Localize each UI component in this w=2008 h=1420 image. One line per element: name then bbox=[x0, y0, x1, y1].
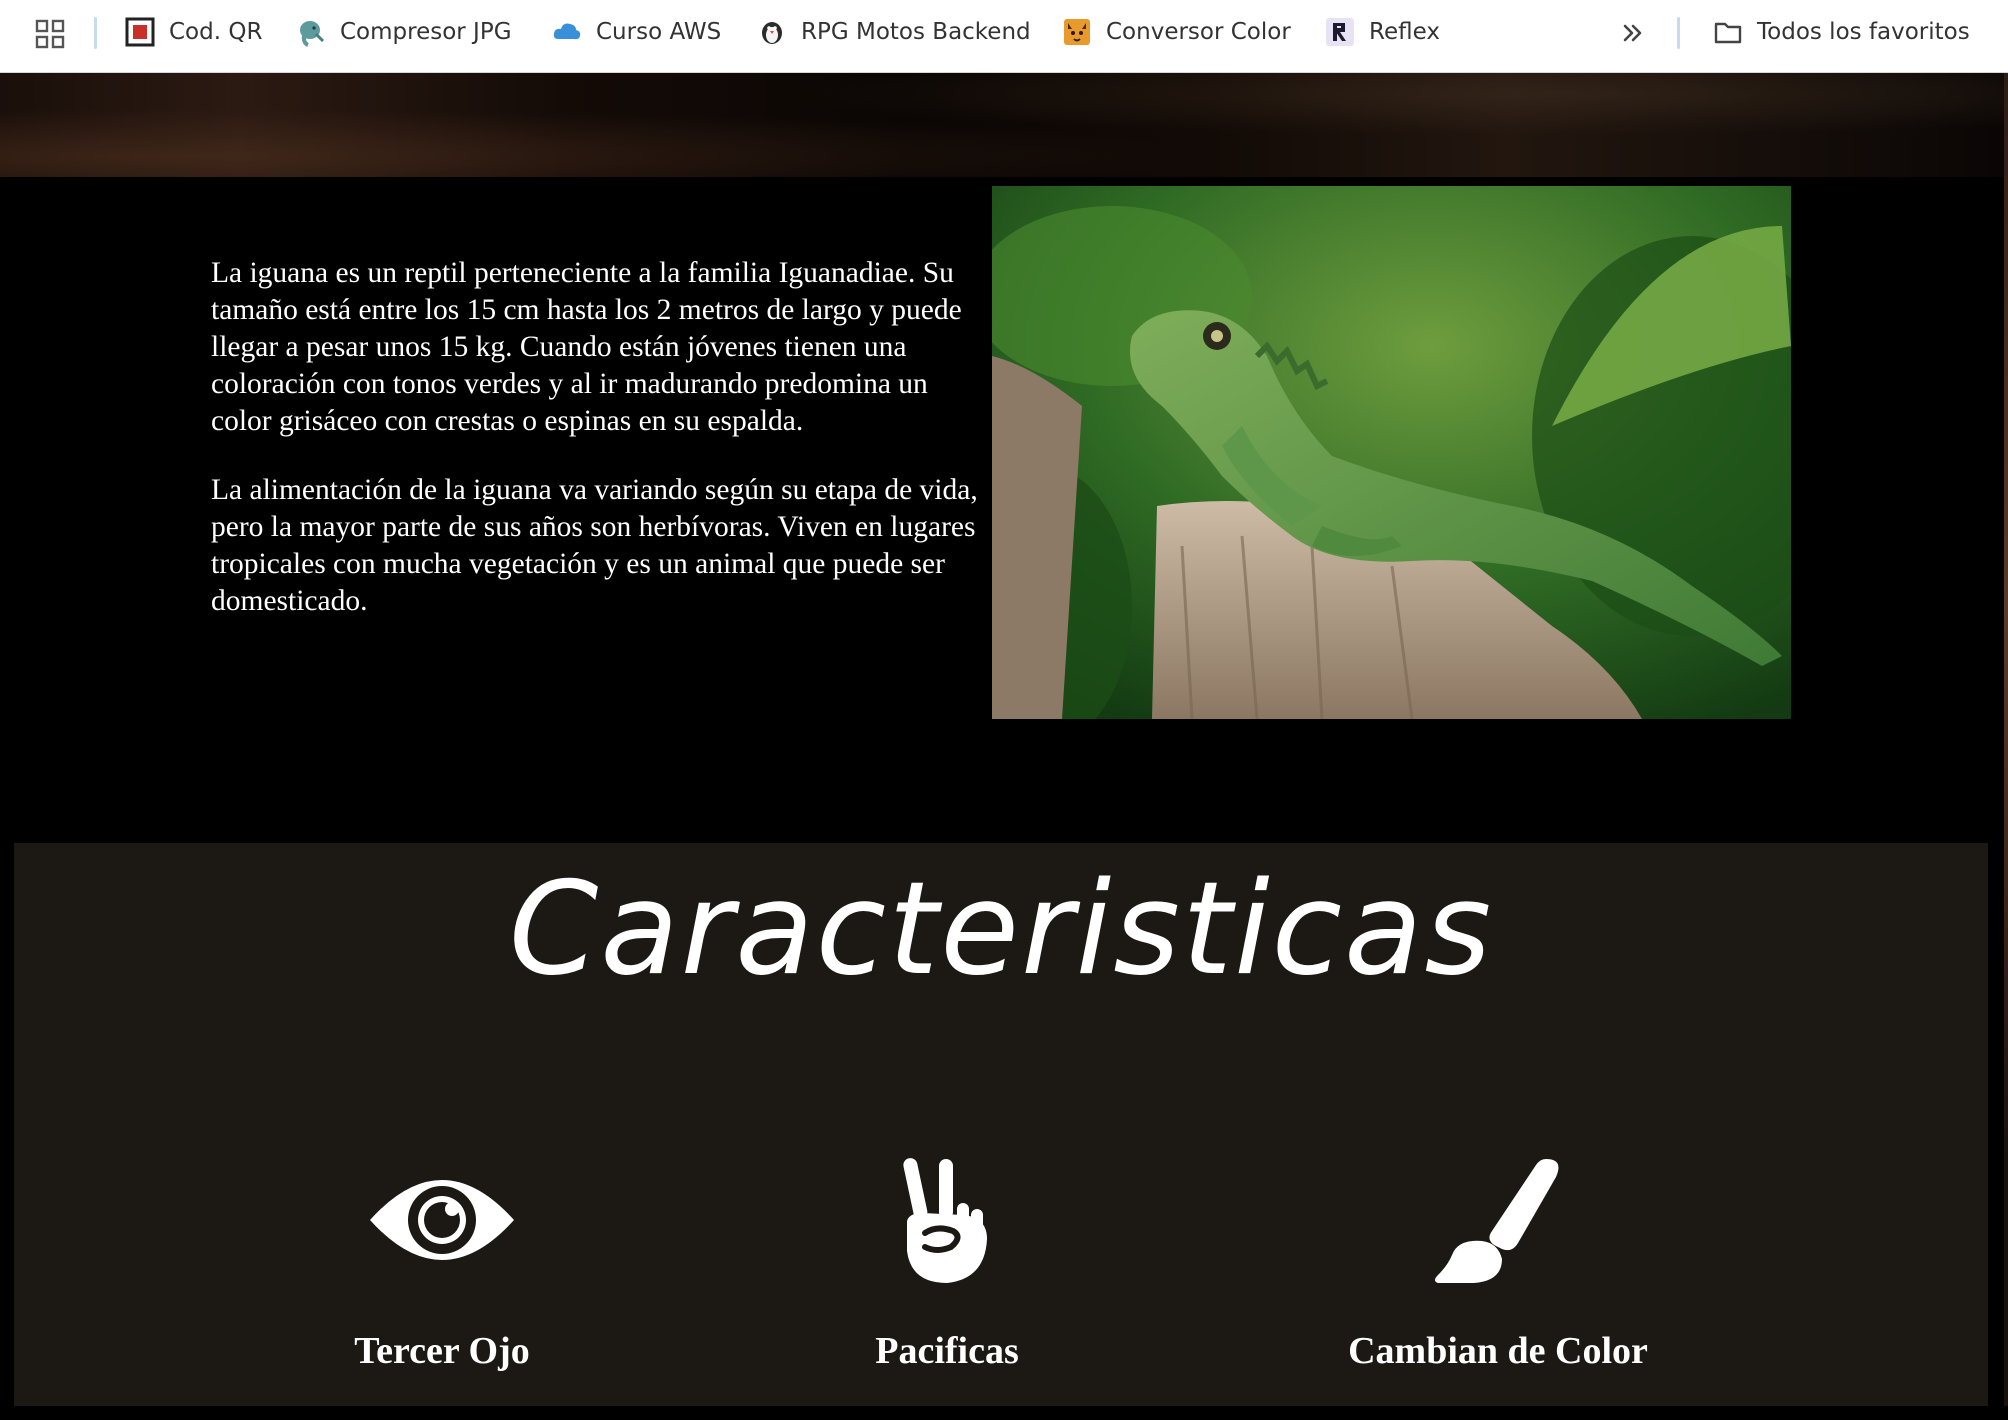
chevron-double-right-icon[interactable] bbox=[1618, 18, 1648, 48]
bookmark-label: Cod. QR bbox=[169, 19, 263, 45]
cat-face-icon bbox=[1062, 17, 1092, 47]
elephant-icon bbox=[296, 17, 326, 47]
bookmark-label: Compresor JPG bbox=[340, 19, 512, 45]
bookmark-compresor-jpg[interactable]: Compresor JPG bbox=[296, 12, 512, 52]
feature-label: Pacificas bbox=[875, 1330, 1019, 1372]
feature-label: Tercer Ojo bbox=[354, 1330, 530, 1372]
peace-hand-icon bbox=[867, 1155, 1027, 1285]
background-edge bbox=[2004, 73, 2008, 1420]
features-title: Caracteristicas bbox=[508, 855, 1494, 1004]
cloud-icon bbox=[552, 17, 582, 47]
feature-label: Cambian de Color bbox=[1348, 1330, 1648, 1372]
hero-image-strip bbox=[0, 73, 2008, 177]
all-bookmarks-label: Todos los favoritos bbox=[1757, 19, 1970, 45]
folder-icon bbox=[1713, 17, 1743, 47]
all-bookmarks-folder[interactable]: Todos los favoritos bbox=[1713, 12, 1970, 52]
intro-description: La iguana es un reptil perteneciente a l… bbox=[211, 255, 991, 652]
intro-paragraph: La iguana es un reptil perteneciente a l… bbox=[211, 257, 962, 437]
feature-cambian-de-color: Cambian de Color bbox=[1288, 1155, 1708, 1373]
feature-tercer-ojo: Tercer Ojo bbox=[232, 1155, 652, 1373]
bookmark-label: Reflex bbox=[1369, 19, 1440, 45]
bookmark-label: Conversor Color bbox=[1106, 19, 1291, 45]
qr-code-icon bbox=[125, 17, 155, 47]
bookmark-label: Curso AWS bbox=[596, 19, 722, 45]
penguin-icon bbox=[757, 17, 787, 47]
bookmarks-separator bbox=[1677, 17, 1680, 49]
paintbrush-icon bbox=[1418, 1155, 1578, 1285]
page-bottom-edge bbox=[0, 1406, 2008, 1420]
reflex-logo-icon bbox=[1325, 17, 1355, 47]
bookmark-rpg-motos-backend[interactable]: RPG Motos Backend bbox=[757, 12, 1031, 52]
features-section: Caracteristicas Tercer Ojo Pacificas Cam… bbox=[14, 843, 1988, 1406]
bookmark-curso-aws[interactable]: Curso AWS bbox=[552, 12, 721, 52]
iguana-photo bbox=[992, 186, 1791, 719]
bookmarks-separator bbox=[94, 17, 97, 49]
bookmarks-bar: Cod. QR Compresor JPG Curso AWS RPG Moto… bbox=[0, 0, 2008, 73]
bookmark-cod-qr[interactable]: Cod. QR bbox=[125, 12, 262, 52]
apps-grid-icon[interactable] bbox=[34, 18, 66, 50]
bookmark-label: RPG Motos Backend bbox=[801, 19, 1031, 45]
feature-pacificas: Pacificas bbox=[737, 1155, 1157, 1373]
eye-icon bbox=[362, 1155, 522, 1285]
intro-paragraph: La alimentación de la iguana va variando… bbox=[211, 474, 978, 617]
bookmark-reflex[interactable]: Reflex bbox=[1325, 12, 1440, 52]
bookmark-conversor-color[interactable]: Conversor Color bbox=[1062, 12, 1291, 52]
